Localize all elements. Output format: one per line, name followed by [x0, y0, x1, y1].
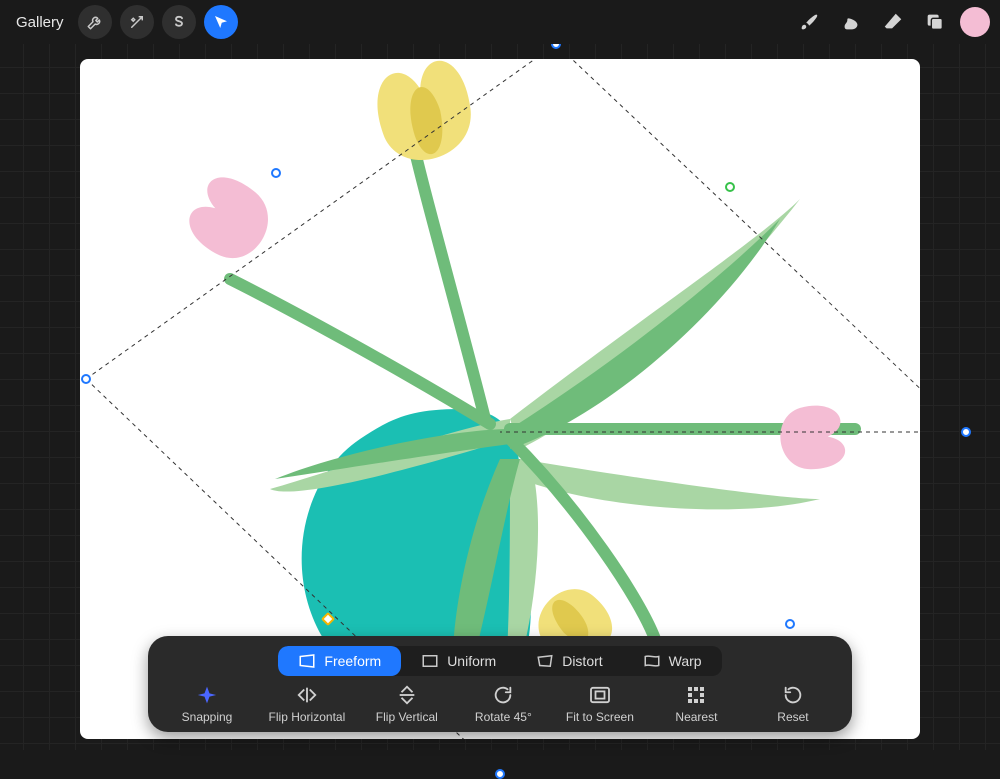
fit-icon: [589, 686, 611, 704]
mode-label: Uniform: [447, 653, 496, 669]
wand-button[interactable]: [120, 5, 154, 39]
s-icon: [170, 13, 188, 31]
rotate-45-button[interactable]: Rotate 45°: [468, 684, 538, 724]
freeform-icon: [298, 654, 316, 668]
adjustments-button[interactable]: [78, 5, 112, 39]
nearest-button[interactable]: Nearest: [661, 684, 731, 724]
transform-mode-row: Freeform Uniform Distort Warp: [278, 646, 721, 676]
mode-freeform[interactable]: Freeform: [278, 646, 401, 676]
toolbar-left: Gallery: [10, 5, 238, 39]
action-label: Snapping: [182, 710, 233, 724]
flip-v-icon: [397, 684, 417, 706]
reset-button[interactable]: Reset: [758, 684, 828, 724]
eraser-button[interactable]: [876, 5, 910, 39]
snapping-icon: [197, 685, 217, 705]
flip-horizontal-button[interactable]: Flip Horizontal: [269, 684, 346, 724]
mode-label: Freeform: [324, 653, 381, 669]
cursor-icon: [212, 13, 230, 31]
layers-icon: [924, 11, 946, 33]
uniform-icon: [421, 654, 439, 668]
eraser-icon: [882, 11, 904, 33]
fit-to-screen-button[interactable]: Fit to Screen: [565, 684, 635, 724]
rotate-icon: [492, 684, 514, 706]
wand-icon: [128, 13, 146, 31]
action-label: Nearest: [675, 710, 717, 724]
layers-button[interactable]: [918, 5, 952, 39]
brush-icon: [798, 11, 820, 33]
warp-icon: [643, 654, 661, 668]
transform-action-row: Snapping Flip Horizontal Flip Vertical R…: [162, 682, 838, 726]
snapping-button[interactable]: Snapping: [172, 684, 242, 724]
mode-label: Warp: [669, 653, 702, 669]
smudge-icon: [840, 11, 862, 33]
action-label: Flip Vertical: [376, 710, 438, 724]
distort-icon: [536, 654, 554, 668]
action-label: Flip Horizontal: [269, 710, 346, 724]
nearest-icon: [686, 685, 706, 705]
brush-button[interactable]: [792, 5, 826, 39]
gallery-button[interactable]: Gallery: [10, 14, 70, 31]
selection-button[interactable]: [162, 5, 196, 39]
mode-distort[interactable]: Distort: [516, 646, 622, 676]
color-swatch[interactable]: [960, 7, 990, 37]
mode-uniform[interactable]: Uniform: [401, 646, 516, 676]
action-label: Rotate 45°: [475, 710, 532, 724]
reset-icon: [782, 684, 804, 706]
transform-panel: Freeform Uniform Distort Warp Snapping F…: [148, 636, 852, 732]
mode-label: Distort: [562, 653, 602, 669]
smudge-button[interactable]: [834, 5, 868, 39]
transform-button[interactable]: [204, 5, 238, 39]
flip-vertical-button[interactable]: Flip Vertical: [372, 684, 442, 724]
flip-h-icon: [296, 685, 318, 705]
wrench-icon: [86, 13, 104, 31]
top-toolbar: Gallery: [0, 0, 1000, 44]
action-label: Fit to Screen: [566, 710, 634, 724]
handle-bottom[interactable]: [495, 769, 505, 779]
mode-warp[interactable]: Warp: [623, 646, 722, 676]
action-label: Reset: [777, 710, 808, 724]
toolbar-right: [792, 5, 990, 39]
